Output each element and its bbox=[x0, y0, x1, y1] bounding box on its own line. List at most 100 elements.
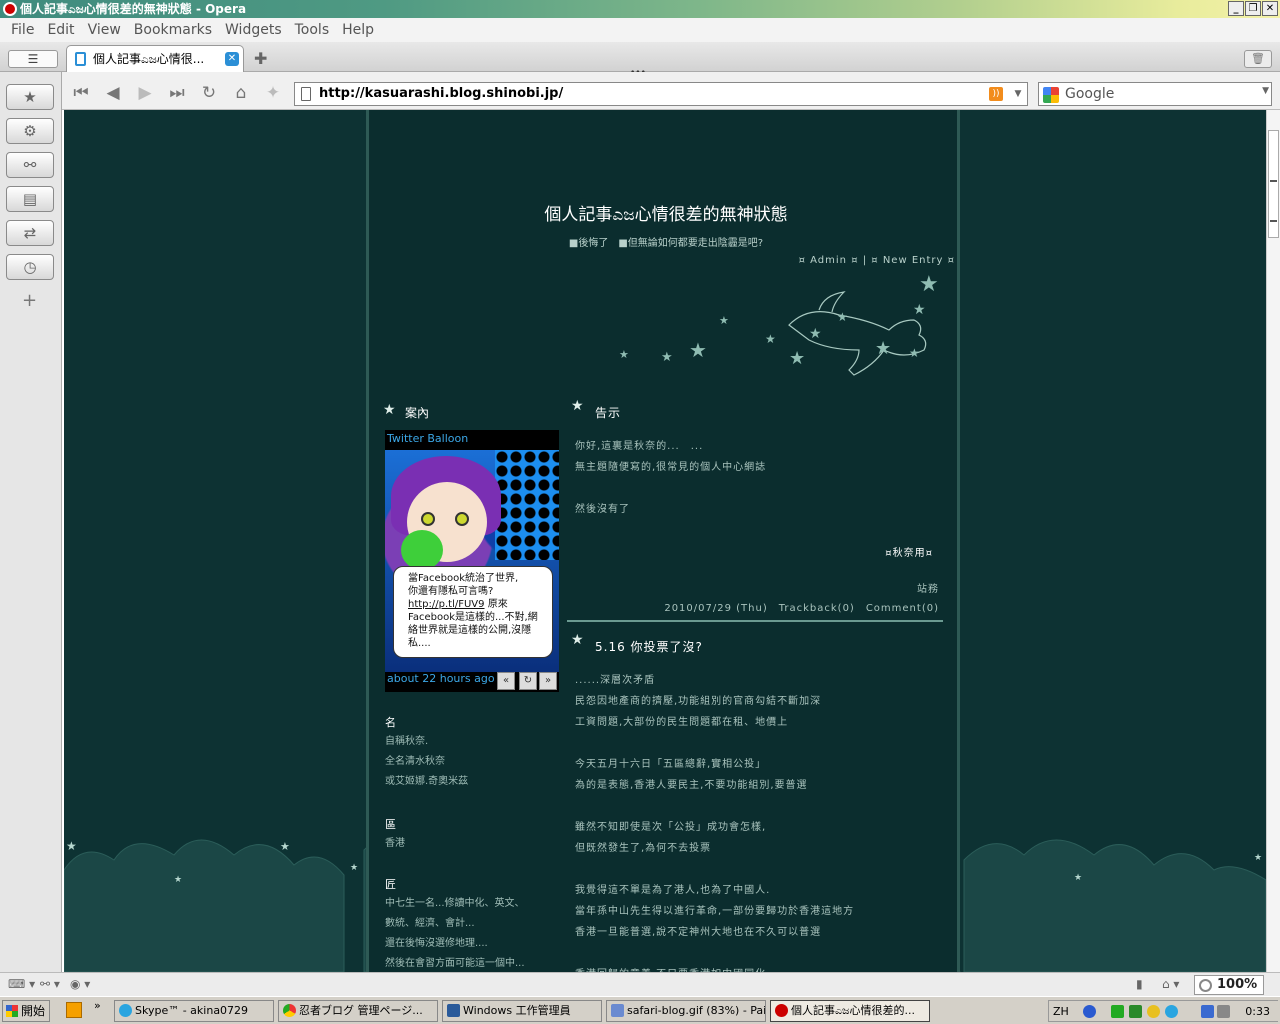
post-line: 民怨因地產商的擠壓,功能組別的官商勾結不斷加深 bbox=[575, 696, 822, 707]
back-icon[interactable]: ◀ bbox=[100, 81, 126, 105]
help-icon[interactable] bbox=[1083, 1005, 1096, 1018]
unite-status-icon[interactable]: ⚯ ▾ bbox=[40, 977, 60, 991]
prev-tweet-button[interactable]: « bbox=[497, 672, 515, 690]
network-icon[interactable] bbox=[1111, 1005, 1124, 1018]
menu-view[interactable]: View bbox=[88, 22, 121, 38]
search-field[interactable]: Google ▼ bbox=[1038, 82, 1272, 106]
scroll-marker bbox=[1270, 220, 1277, 222]
page-settings-icon[interactable]: ⌂ ▾ bbox=[1162, 977, 1179, 991]
google-logo-icon bbox=[1043, 87, 1059, 103]
post-line: 雖然不知即使是次「公投」成功會怎樣, bbox=[575, 822, 767, 833]
post-line bbox=[575, 796, 965, 817]
tweet-bubble: 當Facebook統治了世界, 你還有隱私可言嗎? http://p.tl/FU… bbox=[393, 566, 553, 658]
task-label: safari-blog.gif (83%) - Pai... bbox=[627, 1004, 766, 1017]
menu-help[interactable]: Help bbox=[342, 22, 374, 38]
close-button[interactable]: ✕ bbox=[1262, 1, 1278, 16]
trash-icon[interactable]: 🗑 bbox=[1244, 50, 1272, 68]
post-line: 香港回歸的意義,不只要香港如中國同化... bbox=[575, 964, 965, 972]
post-title[interactable]: 告示 bbox=[595, 404, 621, 421]
name-line: 全名清水秋奈 bbox=[385, 756, 445, 767]
address-field[interactable]: http://kasuarashi.blog.shinobi.jp/ )) ▼ bbox=[294, 82, 1028, 106]
search-dropdown-icon[interactable]: ▼ bbox=[1262, 86, 1269, 96]
eye-shape bbox=[421, 512, 435, 526]
post-line: 當年孫中山先生得以進行革命,一部份要歸功於香港這地方 bbox=[575, 906, 855, 917]
name-line: 或艾姬娜.奇奧米茲 bbox=[385, 776, 469, 787]
connection-icon[interactable] bbox=[1201, 1005, 1214, 1018]
star-decoration-icon: ★ bbox=[719, 314, 729, 327]
post-line: 但既然發生了,為何不去投票 bbox=[575, 843, 712, 854]
star-decoration-icon: ★ bbox=[809, 326, 822, 342]
post-category[interactable]: 站務 bbox=[917, 580, 939, 595]
restore-button[interactable]: ❐ bbox=[1245, 1, 1261, 16]
opera-menu-button[interactable]: ☰ bbox=[8, 50, 58, 68]
task-paint[interactable]: safari-blog.gif (83%) - Pai... bbox=[606, 1000, 766, 1022]
name-line: 自稱秋奈. bbox=[385, 736, 429, 747]
reload-icon[interactable]: ↻ bbox=[196, 81, 222, 105]
security-shield-icon[interactable] bbox=[1129, 1005, 1142, 1018]
rss-feed-icon[interactable]: )) bbox=[989, 87, 1003, 101]
quicklaunch-chevron[interactable]: » bbox=[94, 999, 101, 1012]
tweet-link[interactable]: http://p.tl/FUV9 bbox=[408, 599, 485, 610]
turbo-status-icon[interactable]: ◉ ▾ bbox=[70, 977, 90, 991]
history-clock-icon[interactable]: ◷ bbox=[6, 254, 54, 280]
post-line: 工資問題,大部份的民生問題都在租、地價上 bbox=[575, 717, 789, 728]
address-dropdown-icon[interactable]: ▼ bbox=[1011, 85, 1025, 103]
zoom-control[interactable]: 100% bbox=[1194, 975, 1264, 995]
transfers-icon[interactable]: ⇄ bbox=[6, 220, 54, 246]
forward-icon[interactable]: ▶ bbox=[132, 81, 158, 105]
next-tweet-button[interactable]: » bbox=[539, 672, 557, 690]
bookmarks-panel-star-icon[interactable]: ★ bbox=[6, 84, 54, 110]
media-player-quicklaunch-icon[interactable] bbox=[66, 1002, 82, 1018]
speed-dial-status-icon[interactable]: ⌨ ▾ bbox=[8, 977, 35, 991]
notes-icon[interactable]: ▤ bbox=[6, 186, 54, 212]
widgets-gear-icon[interactable]: ⚙ bbox=[6, 118, 54, 144]
unite-share-icon[interactable]: ⚯ bbox=[6, 152, 54, 178]
menu-file[interactable]: File bbox=[11, 22, 34, 38]
blog-title[interactable]: 個人記事ಎಜ心情很差的無神狀態 bbox=[369, 200, 963, 225]
star-decoration-icon: ★ bbox=[619, 348, 629, 361]
menu-widgets[interactable]: Widgets bbox=[225, 22, 282, 38]
admin-link[interactable]: ¤ Admin bbox=[799, 255, 847, 266]
refresh-tweet-button[interactable]: ↻ bbox=[519, 672, 537, 690]
menu-bookmarks[interactable]: Bookmarks bbox=[134, 22, 212, 38]
blog-nav: ¤ Admin ¤ | ¤ New Entry ¤ bbox=[799, 255, 955, 266]
skype-tray-icon[interactable] bbox=[1165, 1005, 1178, 1018]
url-text[interactable]: http://kasuarashi.blog.shinobi.jp/ bbox=[319, 86, 563, 101]
close-tab-icon[interactable]: ✕ bbox=[225, 52, 239, 66]
start-button[interactable]: 開始 bbox=[2, 1000, 50, 1022]
menu-tools[interactable]: Tools bbox=[295, 22, 330, 38]
polka-dot-background bbox=[495, 450, 559, 560]
new-tab-icon[interactable]: ✚ bbox=[254, 49, 267, 68]
new-entry-link[interactable]: New Entry bbox=[883, 255, 944, 266]
minimize-button[interactable]: _ bbox=[1228, 1, 1244, 16]
post-title[interactable]: 5.16 你投票了沒? bbox=[595, 638, 703, 655]
svg-text:★: ★ bbox=[350, 863, 358, 873]
menu-edit[interactable]: Edit bbox=[47, 22, 74, 38]
task-task-manager[interactable]: Windows 工作管理員 bbox=[442, 1000, 602, 1022]
task-skype[interactable]: Skype™ - akina0729 bbox=[114, 1000, 274, 1022]
post-line: 無主題隨便寫的,很常見的個人中心網誌 bbox=[575, 462, 767, 473]
post-meta[interactable]: 2010/07/29 (Thu) Trackback(0) Comment(0) bbox=[664, 599, 939, 614]
post-line bbox=[575, 478, 945, 499]
view-toggle-icon[interactable]: ▮ bbox=[1136, 977, 1143, 991]
post-divider bbox=[567, 620, 943, 622]
vertical-scrollbar[interactable] bbox=[1266, 110, 1280, 972]
language-indicator[interactable]: ZH bbox=[1053, 1005, 1069, 1018]
post-line: 今天五月十六日「五區總辭,實相公投」 bbox=[575, 759, 767, 770]
rewind-icon[interactable]: ⏮ bbox=[68, 81, 94, 105]
home-icon[interactable]: ⌂ bbox=[228, 81, 254, 105]
task-opera[interactable]: 個人記事ಎಜ心情很差的... bbox=[770, 1000, 930, 1022]
post-line bbox=[575, 859, 965, 880]
eye-shape bbox=[455, 512, 469, 526]
wand-icon[interactable]: ✦ bbox=[260, 81, 286, 105]
messenger-icon[interactable] bbox=[1147, 1005, 1160, 1018]
tab-blog[interactable]: 個人記事ಎಜ心情很... ✕ bbox=[66, 45, 244, 72]
opera-logo-icon bbox=[3, 2, 17, 16]
tweet-time[interactable]: about 22 hours ago bbox=[387, 672, 495, 685]
fast-forward-icon[interactable]: ⏭ bbox=[164, 81, 190, 105]
task-label: 忍者ブログ 管理ページ... bbox=[299, 1004, 423, 1017]
add-panel-icon[interactable]: + bbox=[22, 290, 37, 311]
task-ninja-blog[interactable]: 忍者ブログ 管理ページ... bbox=[278, 1000, 438, 1022]
twitter-widget-title[interactable]: Twitter Balloon bbox=[387, 432, 468, 445]
volume-icon[interactable] bbox=[1217, 1005, 1230, 1018]
